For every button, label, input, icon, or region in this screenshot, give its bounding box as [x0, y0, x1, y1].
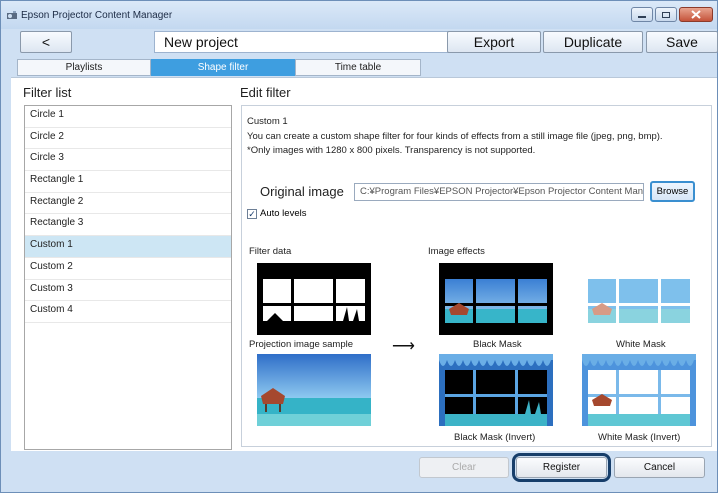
projection-sample-label: Projection image sample — [249, 339, 354, 350]
window-title: Epson Projector Content Manager — [21, 10, 173, 21]
filter-list-item[interactable]: Circle 1 — [25, 106, 231, 128]
action-bar: Clear Register Cancel — [11, 451, 717, 489]
original-image-label: Original image — [260, 184, 344, 199]
black-mask-image — [439, 263, 553, 335]
filter-name: Custom 1 — [247, 116, 288, 127]
description-text: You can create a custom shape filter for… — [247, 131, 663, 142]
black-mask-label: Black Mask — [473, 339, 522, 350]
tab-bar: Playlists Shape filter Time table — [17, 59, 717, 77]
back-button[interactable]: < — [20, 31, 72, 53]
maximize-button[interactable] — [655, 7, 677, 22]
tab-shape-filter[interactable]: Shape filter — [151, 59, 295, 76]
save-button[interactable]: Save — [646, 31, 718, 53]
minimize-button[interactable] — [631, 7, 653, 22]
auto-levels-checkbox[interactable]: ✓ — [247, 208, 257, 219]
white-mask-invert-image — [582, 354, 696, 426]
projector-app-icon — [7, 11, 17, 19]
note-text: *Only images with 1280 x 800 pixels. Tra… — [247, 145, 536, 156]
arrow-right-icon: ⟶ — [392, 338, 415, 355]
tab-playlists[interactable]: Playlists — [17, 59, 151, 76]
white-mask-image — [582, 263, 696, 335]
image-effects-label: Image effects — [428, 246, 485, 257]
white-mask-invert-label: White Mask (Invert) — [598, 432, 681, 443]
toolbar: < New project Export Duplicate Save — [11, 29, 718, 55]
tab-time-table[interactable]: Time table — [295, 59, 421, 76]
filter-data-image — [257, 263, 371, 335]
filter-list: Circle 1 Circle 2 Circle 3 Rectangle 1 R… — [24, 105, 232, 450]
close-icon — [691, 10, 701, 19]
white-mask-label: White Mask — [616, 339, 666, 350]
filter-list-item[interactable]: Custom 4 — [25, 301, 231, 323]
filter-list-item[interactable]: Custom 3 — [25, 280, 231, 302]
cancel-button[interactable]: Cancel — [614, 457, 705, 478]
title-bar: Epson Projector Content Manager — [1, 1, 717, 29]
filter-list-heading: Filter list — [23, 85, 72, 100]
export-button[interactable]: Export — [447, 31, 541, 53]
clear-button[interactable]: Clear — [419, 457, 509, 478]
filter-list-item[interactable]: Rectangle 1 — [25, 171, 231, 193]
back-label: < — [41, 34, 51, 50]
auto-levels-option[interactable]: ✓ Auto levels — [247, 208, 306, 219]
register-button[interactable]: Register — [516, 457, 607, 478]
auto-levels-label: Auto levels — [260, 208, 307, 219]
filter-list-item[interactable]: Rectangle 2 — [25, 193, 231, 215]
filter-list-item[interactable]: Custom 2 — [25, 258, 231, 280]
edit-filter-panel: Custom 1 You can create a custom shape f… — [241, 105, 712, 447]
edit-filter-heading: Edit filter — [240, 85, 291, 100]
black-mask-invert-label: Black Mask (Invert) — [454, 432, 536, 443]
filter-list-item-selected[interactable]: Custom 1 — [25, 236, 231, 258]
close-button[interactable] — [679, 7, 713, 22]
minimize-icon — [638, 15, 646, 18]
maximize-icon — [662, 11, 670, 18]
filter-list-item[interactable]: Circle 2 — [25, 128, 231, 150]
shape-filter-panel: Filter list Edit filter Circle 1 Circle … — [11, 77, 717, 451]
filter-data-label: Filter data — [249, 246, 292, 257]
projection-sample-image — [257, 354, 371, 426]
original-image-path-field[interactable]: C:¥Program Files¥EPSON Projector¥Epson P… — [354, 183, 644, 201]
black-mask-invert-image — [439, 354, 553, 426]
window-controls — [631, 7, 713, 22]
filter-list-item[interactable]: Circle 3 — [25, 149, 231, 172]
app-window: Epson Projector Content Manager < New pr… — [0, 0, 718, 493]
filter-list-item[interactable]: Rectangle 3 — [25, 214, 231, 237]
project-name-input[interactable]: New project — [154, 31, 450, 53]
browse-button[interactable]: Browse — [650, 181, 695, 202]
duplicate-button[interactable]: Duplicate — [543, 31, 643, 53]
